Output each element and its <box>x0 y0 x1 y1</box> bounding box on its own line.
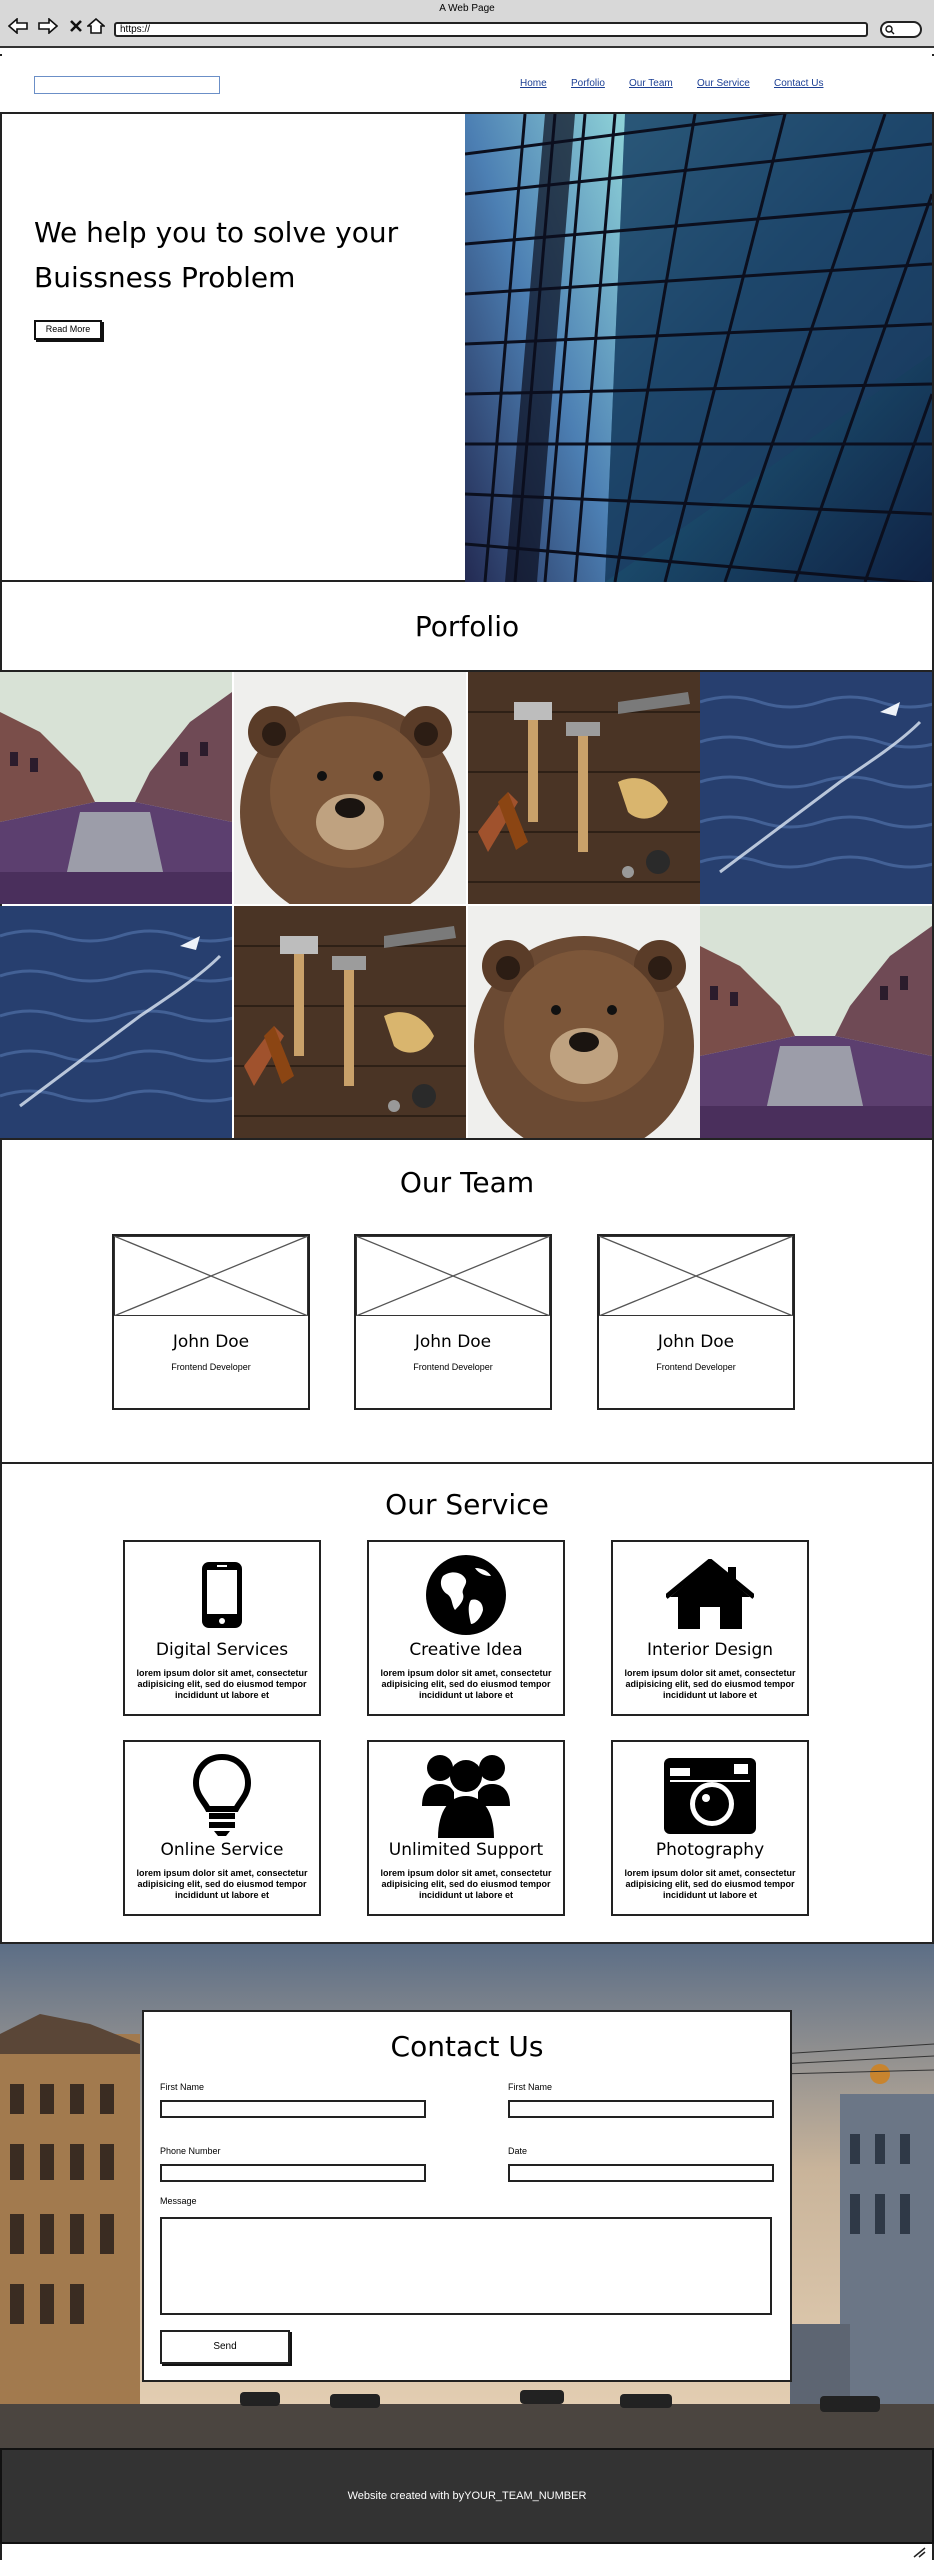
nav-link-contact[interactable]: Contact Us <box>774 78 823 89</box>
service-card: Creative Idea lorem ipsum dolor sit amet… <box>367 1540 565 1716</box>
portfolio-tile-bear[interactable] <box>234 672 466 904</box>
first-name-input[interactable] <box>160 2100 426 2118</box>
forward-arrow-icon[interactable] <box>38 16 58 36</box>
placeholder-image-icon <box>599 1236 793 1316</box>
service-card: Photography lorem ipsum dolor sit amet, … <box>611 1740 809 1916</box>
house-icon <box>613 1550 807 1640</box>
portfolio-title: Porfolio <box>414 610 520 643</box>
read-more-button[interactable]: Read More <box>34 320 102 340</box>
phone-label: Phone Number <box>160 2146 221 2156</box>
portfolio-tile-tools[interactable] <box>468 672 700 904</box>
nav-link-portfolio[interactable]: Porfolio <box>571 78 605 89</box>
team-member-name: John Doe <box>172 1332 250 1352</box>
team-member-name: John Doe <box>657 1332 735 1352</box>
team-member-name: John Doe <box>414 1332 492 1352</box>
users-group-icon <box>369 1750 563 1840</box>
first-name-input-2[interactable] <box>508 2100 774 2118</box>
service-card: Online Service lorem ipsum dolor sit ame… <box>123 1740 321 1916</box>
portfolio-tile-ocean[interactable] <box>700 672 932 904</box>
site-header: Home Porfolio Our Team Our Service Conta… <box>0 56 934 114</box>
message-textarea[interactable] <box>160 2217 772 2315</box>
service-card: Digital Services lorem ipsum dolor sit a… <box>123 1540 321 1716</box>
portfolio-tile-canal-city[interactable] <box>700 906 932 1138</box>
service-name: Interior Design <box>646 1640 774 1660</box>
service-description: lorem ipsum dolor sit amet, consectetur … <box>380 1668 552 1700</box>
portfolio-tile-bear[interactable] <box>468 906 700 1138</box>
stop-icon[interactable] <box>66 16 86 36</box>
team-member-role: Frontend Developer <box>656 1362 736 1372</box>
nav-link-service[interactable]: Our Service <box>697 78 750 89</box>
service-section: Our Service Digital Services lorem ipsum… <box>0 1464 934 1944</box>
placeholder-image-icon <box>114 1236 308 1316</box>
service-name: Digital Services <box>155 1640 289 1660</box>
service-description: lorem ipsum dolor sit amet, consectetur … <box>136 1868 308 1900</box>
team-title: Our Team <box>399 1166 535 1199</box>
service-description: lorem ipsum dolor sit amet, consectetur … <box>624 1668 796 1700</box>
address-bar[interactable]: https:// <box>114 22 868 37</box>
service-title: Our Service <box>385 1488 549 1521</box>
service-name: Creative Idea <box>409 1640 523 1660</box>
service-name: Photography <box>655 1840 765 1860</box>
service-description: lorem ipsum dolor sit amet, consectetur … <box>624 1868 796 1900</box>
service-name: Unlimited Support <box>388 1840 544 1860</box>
contact-title: Contact Us <box>390 2030 544 2063</box>
team-member-role: Frontend Developer <box>413 1362 493 1372</box>
portfolio-tile-ocean[interactable] <box>0 906 232 1138</box>
nav-link-home[interactable]: Home <box>520 78 547 89</box>
footer-credit: Website created with byYOUR_TEAM_NUMBER <box>347 2490 587 2502</box>
portfolio-tile-canal-city[interactable] <box>0 672 232 904</box>
message-label: Message <box>160 2196 197 2206</box>
site-search-input[interactable] <box>34 76 220 94</box>
portfolio-tile-tools[interactable] <box>234 906 466 1138</box>
portfolio-section: Porfolio <box>0 582 934 672</box>
date-input[interactable] <box>508 2164 774 2182</box>
service-description: lorem ipsum dolor sit amet, consectetur … <box>380 1868 552 1900</box>
phone-input[interactable] <box>160 2164 426 2182</box>
service-card: Interior Design lorem ipsum dolor sit am… <box>611 1540 809 1716</box>
camera-icon <box>613 1750 807 1840</box>
site-footer: Website created with byYOUR_TEAM_NUMBER <box>0 2448 934 2544</box>
hero-building-image <box>465 114 932 582</box>
magnifier-icon <box>885 25 895 35</box>
first-name-label-2: First Name <box>508 2082 553 2092</box>
first-name-label: First Name <box>160 2082 205 2092</box>
team-member-role: Frontend Developer <box>171 1362 251 1372</box>
contact-form: Contact Us First Name First Name Phone N… <box>142 2010 792 2382</box>
globe-icon <box>369 1550 563 1640</box>
lightbulb-icon <box>125 1750 319 1840</box>
team-card: John Doe Frontend Developer <box>112 1234 310 1410</box>
home-icon[interactable] <box>86 16 106 36</box>
placeholder-image-icon <box>356 1236 550 1316</box>
nav-link-team[interactable]: Our Team <box>629 78 673 89</box>
resize-grip-icon[interactable] <box>910 2546 926 2558</box>
hero-title: We help you to solve your Buissness Prob… <box>34 216 399 294</box>
service-card: Unlimited Support lorem ipsum dolor sit … <box>367 1740 565 1916</box>
send-button[interactable]: Send <box>160 2330 290 2364</box>
team-card: John Doe Frontend Developer <box>354 1234 552 1410</box>
browser-search-button[interactable] <box>880 21 922 38</box>
back-arrow-icon[interactable] <box>8 16 28 36</box>
team-card: John Doe Frontend Developer <box>597 1234 795 1410</box>
team-section: Our Team John Doe Frontend Developer Joh… <box>0 1138 934 1464</box>
service-description: lorem ipsum dolor sit amet, consectetur … <box>136 1668 308 1700</box>
browser-chrome: A Web Page https:// <box>0 0 934 48</box>
mobile-phone-icon <box>125 1550 319 1640</box>
date-label: Date <box>508 2146 528 2156</box>
service-name: Online Service <box>160 1840 284 1860</box>
window-title: A Web Page <box>439 3 495 14</box>
